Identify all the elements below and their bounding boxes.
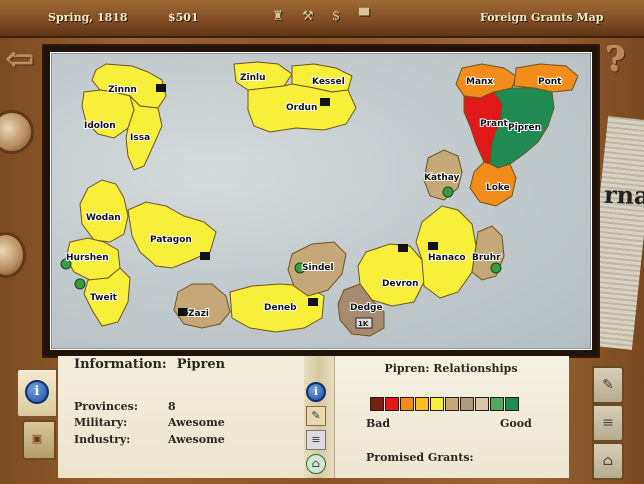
- relationship-swatch: [490, 397, 504, 411]
- label-devron: Devron: [382, 279, 418, 289]
- label-kessel: Kessel: [312, 77, 345, 87]
- money-icon[interactable]: $: [328, 8, 344, 26]
- label-loke: Loke: [486, 183, 510, 193]
- worker-icon[interactable]: ♜: [270, 8, 286, 26]
- money-label: $501: [168, 11, 199, 24]
- seal-tab-icon: ⌂: [602, 453, 614, 469]
- factory-icon: [308, 298, 318, 306]
- relationship-swatch: [445, 397, 459, 411]
- relationship-swatch: [430, 397, 444, 411]
- info-nation-name: Pipren: [176, 357, 226, 372]
- newspaper-masthead: rna: [603, 179, 644, 211]
- relationship-swatch: [400, 397, 414, 411]
- label-wodan: Wodan: [86, 213, 121, 223]
- label-dedge: Dedge: [350, 303, 383, 313]
- help-question-icon[interactable]: ?: [606, 40, 626, 80]
- label-zazi: Zazi: [188, 309, 209, 319]
- factory-icon: [398, 244, 408, 252]
- label-issa: Issa: [130, 133, 150, 143]
- territory-zazi[interactable]: [173, 283, 231, 329]
- world-map[interactable]: 1K Zinnn Idolon Issa Zinlu Kessel Ordun …: [44, 46, 598, 356]
- info-heading-label: Information:: [74, 357, 167, 372]
- top-bar: Spring, 1818 $501 ♜ ⚒ $ ▀ Foreign Grants…: [0, 0, 644, 38]
- info-heading: Information: Pipren: [74, 357, 225, 372]
- relations-info-icon[interactable]: i: [306, 382, 326, 402]
- factory-icon: [428, 242, 438, 250]
- grant-money-icon[interactable]: [490, 262, 502, 274]
- right-document-tab[interactable]: ≡: [592, 404, 624, 442]
- screen-title: Foreign Grants Map: [480, 11, 604, 24]
- relationships-title: Pipren: Relationships: [384, 362, 518, 375]
- label-pont: Pont: [538, 77, 562, 87]
- label-deneb: Deneb: [264, 303, 297, 313]
- label-tweit: Tweit: [90, 293, 118, 303]
- document-icon[interactable]: ≡: [306, 430, 326, 450]
- label-pipren: Pipren: [508, 123, 541, 133]
- relationship-swatch: [460, 397, 474, 411]
- relationship-swatch: [505, 397, 519, 411]
- label-zinnn: Zinnn: [108, 85, 137, 95]
- label-hanaco: Hanaco: [428, 253, 466, 263]
- mill-icon[interactable]: ⚒: [300, 8, 316, 26]
- factory-icon: [200, 252, 210, 260]
- right-seal-tab[interactable]: ⌂: [592, 442, 624, 480]
- grant-money-icon[interactable]: [74, 278, 86, 290]
- grant-money-icon[interactable]: [442, 186, 454, 198]
- info-tab[interactable]: i: [16, 368, 58, 418]
- good-label: Good: [500, 417, 532, 430]
- industry-label: Industry:: [74, 433, 131, 446]
- relationship-swatch: [415, 397, 429, 411]
- label-idolon: Idolon: [84, 121, 116, 131]
- label-prant: Prant: [480, 119, 509, 129]
- scroll-icon[interactable]: ✎: [306, 406, 326, 426]
- info-icon: i: [25, 380, 49, 404]
- relationship-swatch: [385, 397, 399, 411]
- industry-value: Awesome: [168, 433, 225, 446]
- military-value: Awesome: [168, 416, 225, 429]
- ledger-tab[interactable]: ▣: [22, 420, 56, 460]
- label-sindel: Sindel: [302, 263, 334, 273]
- label-ordun: Ordun: [286, 103, 317, 113]
- military-label: Military:: [74, 416, 128, 429]
- map-panel: 1K Zinnn Idolon Issa Zinlu Kessel Ordun …: [42, 44, 600, 358]
- relationship-swatch: [370, 397, 384, 411]
- label-zinlu: Zinlu: [240, 73, 266, 83]
- label-bruhr: Bruhr: [472, 253, 501, 263]
- label-patagon: Patagon: [150, 235, 192, 245]
- factory-icon: [320, 98, 330, 106]
- back-arrow-icon[interactable]: ⇦: [6, 40, 35, 80]
- label-manx: Manx: [466, 77, 493, 87]
- top-hat-icon[interactable]: ▀: [356, 8, 372, 26]
- factory-icon: [156, 84, 166, 92]
- promised-grants-label: Promised Grants:: [366, 451, 474, 464]
- document-tab-icon: ≡: [602, 415, 614, 431]
- capital-badge-label: 1K: [358, 320, 369, 328]
- right-scroll-tab[interactable]: ✎: [592, 366, 624, 404]
- bad-label: Bad: [366, 417, 391, 430]
- date-label: Spring, 1818: [48, 11, 128, 24]
- territory-wodan[interactable]: [79, 179, 129, 243]
- label-kathay: Kathay: [424, 173, 460, 183]
- label-hurshen: Hurshen: [66, 253, 109, 263]
- relationship-swatch: [475, 397, 489, 411]
- grant-seal-icon[interactable]: ⌂: [306, 454, 326, 474]
- scroll-tab-icon: ✎: [602, 377, 614, 393]
- provinces-label: Provinces:: [74, 400, 138, 413]
- territory-hanaco[interactable]: [415, 205, 477, 299]
- provinces-value: 8: [168, 400, 176, 413]
- factory-icon: [178, 308, 188, 316]
- ledger-book-icon: ▣: [31, 432, 43, 445]
